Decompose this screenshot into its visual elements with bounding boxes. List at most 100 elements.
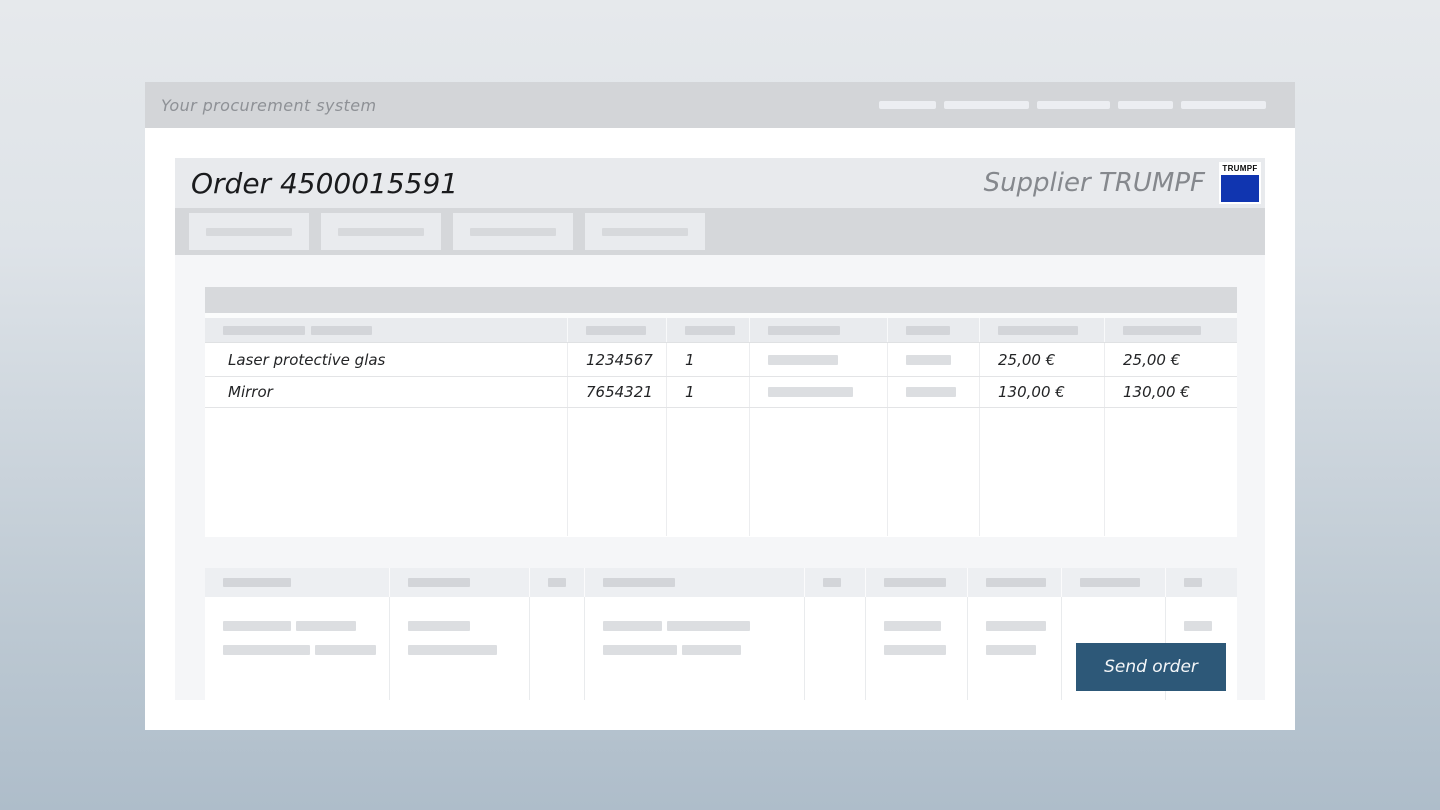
summary-column-header: [805, 568, 866, 597]
table-title-bar: [205, 287, 1237, 313]
placeholder-bar: [603, 578, 675, 587]
placeholder-bar: [768, 355, 838, 365]
summary-column-header: [1166, 568, 1237, 597]
nav-item-placeholder[interactable]: [879, 101, 936, 109]
tab-placeholder-1[interactable]: [189, 213, 309, 250]
summary-column-header: [205, 568, 390, 597]
placeholder-bar: [986, 621, 1046, 631]
placeholder-bar: [223, 578, 291, 587]
trumpf-logo: TRUMPF: [1219, 162, 1261, 204]
placeholder-bar: [586, 326, 646, 335]
supplier-area: Supplier TRUMPF TRUMPF: [984, 162, 1261, 204]
placeholder-bar: [223, 645, 310, 655]
order-items-table: Laser protective glas 1234567 1 25,00 € …: [205, 287, 1237, 537]
order-summary-table: Send order: [205, 568, 1237, 700]
unit-price-cell: 130,00 €: [980, 377, 1105, 407]
placeholder-bar: [311, 326, 372, 335]
procurement-window-header: Your procurement system: [145, 82, 1295, 128]
summary-column-header: [585, 568, 805, 597]
nav-item-placeholder[interactable]: [1181, 101, 1266, 109]
trumpf-logo-square: [1221, 175, 1259, 202]
placeholder-bar: [296, 621, 356, 631]
placeholder-bar: [884, 621, 941, 631]
placeholder-bar: [1123, 326, 1201, 335]
placeholder-bar: [408, 621, 470, 631]
brand-text: Your procurement system: [161, 96, 376, 115]
placeholder-bar: [884, 645, 946, 655]
order-header-bar: Order 4500015591 Supplier TRUMPF TRUMPF: [175, 158, 1265, 208]
placeholder-bar: [603, 645, 677, 655]
column-header-total-price: [1105, 318, 1237, 342]
tab-bar: [175, 208, 1265, 255]
nav-item-placeholder[interactable]: [1037, 101, 1110, 109]
placeholder-bar: [768, 326, 840, 335]
item-description-cell: Laser protective glas: [205, 343, 568, 376]
header-nav: [879, 101, 1266, 109]
order-content-area: Order 4500015591 Supplier TRUMPF TRUMPF: [175, 158, 1265, 700]
placeholder-bar: [682, 645, 741, 655]
summary-column-header: [1062, 568, 1166, 597]
placeholder-bar: [223, 621, 291, 631]
placeholder-bar: [223, 326, 305, 335]
item-number-cell: 1234567: [568, 343, 667, 376]
placeholder-bar: [906, 326, 950, 335]
placeholder-bar: [603, 621, 662, 631]
placeholder-bar: [884, 578, 946, 587]
column-header-4: [750, 318, 888, 342]
items-table-header: [205, 318, 1237, 343]
total-price-cell: 130,00 €: [1105, 377, 1237, 407]
item-extra-cell: [888, 377, 980, 407]
column-header-5: [888, 318, 980, 342]
item-number-cell: 7654321: [568, 377, 667, 407]
summary-column-header: [530, 568, 585, 597]
item-row[interactable]: Mirror 7654321 1 130,00 € 130,00 €: [205, 377, 1237, 408]
column-header-unit-price: [980, 318, 1105, 342]
placeholder-bar: [408, 578, 470, 587]
placeholder-bar: [998, 326, 1078, 335]
trumpf-logo-text: TRUMPF: [1222, 164, 1257, 174]
placeholder-bar: [685, 326, 735, 335]
total-price-cell: 25,00 €: [1105, 343, 1237, 376]
column-header-item-number: [568, 318, 667, 342]
supplier-label: Supplier TRUMPF: [984, 168, 1205, 198]
nav-item-placeholder[interactable]: [1118, 101, 1173, 109]
placeholder-bar: [986, 645, 1036, 655]
unit-price-cell: 25,00 €: [980, 343, 1105, 376]
item-extra-cell: [888, 343, 980, 376]
placeholder-bar: [470, 228, 556, 236]
summary-column-header: [968, 568, 1062, 597]
quantity-cell: 1: [667, 343, 750, 376]
column-header-quantity: [667, 318, 750, 342]
placeholder-bar: [338, 228, 424, 236]
placeholder-bar: [548, 578, 566, 587]
nav-item-placeholder[interactable]: [944, 101, 1029, 109]
send-order-button[interactable]: Send order: [1076, 643, 1226, 691]
column-header-description: [205, 318, 568, 342]
summary-column-header: [866, 568, 968, 597]
quantity-cell: 1: [667, 377, 750, 407]
items-table-empty-rows: [205, 408, 1237, 536]
placeholder-bar: [315, 645, 376, 655]
placeholder-bar: [1080, 578, 1140, 587]
item-extra-cell: [750, 343, 888, 376]
placeholder-bar: [906, 355, 951, 365]
placeholder-bar: [1184, 578, 1202, 587]
tab-placeholder-3[interactable]: [453, 213, 573, 250]
placeholder-bar: [667, 621, 750, 631]
placeholder-bar: [408, 645, 497, 655]
tab-placeholder-2[interactable]: [321, 213, 441, 250]
item-row[interactable]: Laser protective glas 1234567 1 25,00 € …: [205, 343, 1237, 377]
item-description-cell: Mirror: [205, 377, 568, 407]
order-window: Order 4500015591 Supplier TRUMPF TRUMPF: [145, 128, 1295, 730]
placeholder-bar: [1184, 621, 1212, 631]
placeholder-bar: [986, 578, 1046, 587]
tab-placeholder-4[interactable]: [585, 213, 705, 250]
placeholder-bar: [906, 387, 956, 397]
placeholder-bar: [602, 228, 688, 236]
placeholder-bar: [206, 228, 292, 236]
summary-column-header: [390, 568, 530, 597]
order-title: Order 4500015591: [191, 167, 458, 200]
placeholder-bar: [768, 387, 853, 397]
placeholder-bar: [823, 578, 841, 587]
item-extra-cell: [750, 377, 888, 407]
